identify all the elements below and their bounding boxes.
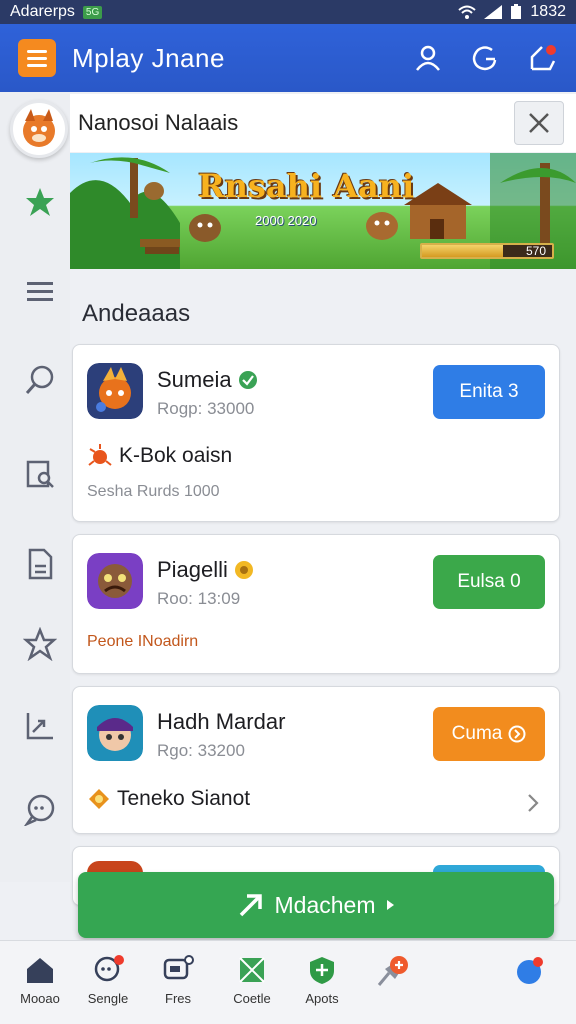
- card-feature: K-Bok oaisn: [87, 443, 232, 469]
- game-icon-warrior: [87, 363, 143, 419]
- game-name-text: Piagelli: [157, 557, 228, 582]
- home-icon: [27, 958, 53, 983]
- edit-icon[interactable]: [528, 43, 558, 73]
- game-card[interactable]: Hadh Mardar Rgo: 33200 Cuma Teneko Siano…: [72, 686, 560, 834]
- chart-icon: [26, 713, 53, 740]
- app-title: Mplay Jnane: [72, 42, 225, 73]
- search-icon: [25, 365, 54, 394]
- card-action-button[interactable]: Eulsa 0: [433, 555, 545, 609]
- sidebar-item-games[interactable]: [20, 182, 60, 222]
- card-feature-text: Teneko Sianot: [117, 787, 251, 810]
- star-icon: [23, 627, 57, 661]
- nav-label: Fres: [165, 991, 191, 1006]
- menu-button[interactable]: [18, 39, 56, 77]
- sidebar-item-favorites[interactable]: [20, 624, 60, 664]
- game-card[interactable]: Sumeia Rogp: 33000 Enita 3 K-Bok oaisn S…: [72, 344, 560, 522]
- game-subtitle: Rogp: 33000: [157, 399, 255, 418]
- wifi-icon: [458, 5, 477, 19]
- carrier-name: Adarerps: [10, 3, 75, 20]
- arrow-up-right-icon: [239, 894, 262, 917]
- leaf-icon: [26, 188, 54, 216]
- banner-title: Rnsahi Aani: [198, 167, 415, 205]
- sidebar-item-stats[interactable]: [20, 706, 60, 746]
- nav-label: Sengle: [87, 991, 129, 1006]
- section-title: Andeaaas: [82, 300, 191, 327]
- signal-icon: [484, 5, 503, 19]
- game-name-text: Hadh Mardar: [157, 709, 286, 734]
- user-icon[interactable]: [414, 44, 442, 72]
- nav-label: Apots: [305, 991, 339, 1006]
- avatar[interactable]: [10, 100, 68, 158]
- nav-profile[interactable]: [490, 955, 570, 987]
- main-action-label: Mdachem: [274, 891, 376, 918]
- message-icon: [163, 955, 194, 980]
- sidebar-item-list[interactable]: [20, 272, 60, 312]
- clock: 1832: [530, 3, 566, 20]
- card-feature: Teneko Sianot: [87, 787, 250, 811]
- close-button[interactable]: [514, 101, 564, 145]
- coin-icon: [234, 561, 253, 579]
- document-search-icon: [26, 460, 54, 488]
- nav-pin[interactable]: [352, 955, 432, 989]
- banner-progress-bar: 570: [420, 243, 554, 259]
- card-action-button[interactable]: Cuma: [433, 707, 545, 761]
- box-icon: [239, 957, 265, 983]
- bottom-nav: Mooao Sengle Fres Coetle Apots: [0, 940, 576, 1024]
- search-input[interactable]: Nanosoi Nalaais: [78, 110, 238, 136]
- nav-boxes[interactable]: Coetle: [212, 955, 292, 1006]
- promo-banner[interactable]: Rnsahi Aani 2000 2020 570: [70, 153, 576, 269]
- badge-icon: [89, 789, 109, 809]
- arrow-circle-icon: [508, 725, 526, 743]
- card-feature-text: K-Bok oaisn: [119, 444, 233, 467]
- sidebar-item-chat[interactable]: [20, 790, 60, 830]
- game-name: Sumeia: [157, 367, 258, 393]
- pin-icon: [377, 956, 408, 986]
- banner-progress-text: 570: [525, 244, 546, 258]
- card-action-button[interactable]: Enita 3: [433, 365, 545, 419]
- sidebar-item-documents[interactable]: [20, 544, 60, 584]
- caret-right-icon: [387, 900, 395, 910]
- spark-icon: [88, 444, 112, 466]
- nav-messages[interactable]: Fres: [138, 955, 218, 1006]
- fox-avatar-icon: [23, 109, 55, 147]
- status-bar: Adarerps 5G 1832: [0, 0, 576, 24]
- card-footer: Peone INoadirn: [87, 633, 199, 650]
- nav-chat[interactable]: Sengle: [68, 955, 148, 1006]
- banner-subtitle: 2000 2020: [255, 213, 317, 228]
- file-icon: [28, 548, 53, 580]
- card-footer: Sesha Rurds 1000: [87, 483, 220, 500]
- shield-icon: [310, 957, 334, 984]
- nav-label: Mooao: [20, 991, 60, 1006]
- game-name-text: Sumeia: [157, 367, 232, 392]
- dot-icon: [517, 957, 543, 984]
- chat-bubble-icon: [24, 794, 55, 826]
- sidebar-item-browse[interactable]: [20, 454, 60, 494]
- game-subtitle: Roo: 13:09: [157, 589, 241, 608]
- game-icon-hero: [87, 705, 143, 761]
- chat-icon: [94, 955, 124, 982]
- sidebar-item-search[interactable]: [20, 360, 60, 400]
- app-bar: Mplay Jnane: [0, 24, 576, 92]
- refresh-icon[interactable]: [472, 44, 498, 72]
- game-icon-monster: [87, 553, 143, 609]
- list-icon: [27, 282, 53, 301]
- game-card[interactable]: Piagelli Roo: 13:09 Eulsa 0 Peone INoadi…: [72, 534, 560, 674]
- card-action-label: Cuma: [451, 723, 503, 744]
- nav-apps[interactable]: Apots: [282, 955, 362, 1006]
- banner-progress-fill: [422, 245, 503, 257]
- nav-label: Coetle: [233, 991, 271, 1006]
- close-icon: [529, 113, 549, 133]
- verified-icon: [238, 371, 257, 389]
- game-name: Piagelli: [157, 557, 254, 583]
- battery-icon: [511, 4, 522, 19]
- chevron-right-icon[interactable]: [525, 791, 541, 815]
- sidebar: [0, 92, 70, 882]
- search-bar[interactable]: Nanosoi Nalaais: [70, 94, 576, 152]
- sim-badge: 5G: [82, 5, 103, 19]
- game-subtitle: Rgo: 33200: [157, 741, 245, 760]
- main-action-button[interactable]: Mdachem: [78, 872, 554, 938]
- game-name: Hadh Mardar: [157, 709, 285, 735]
